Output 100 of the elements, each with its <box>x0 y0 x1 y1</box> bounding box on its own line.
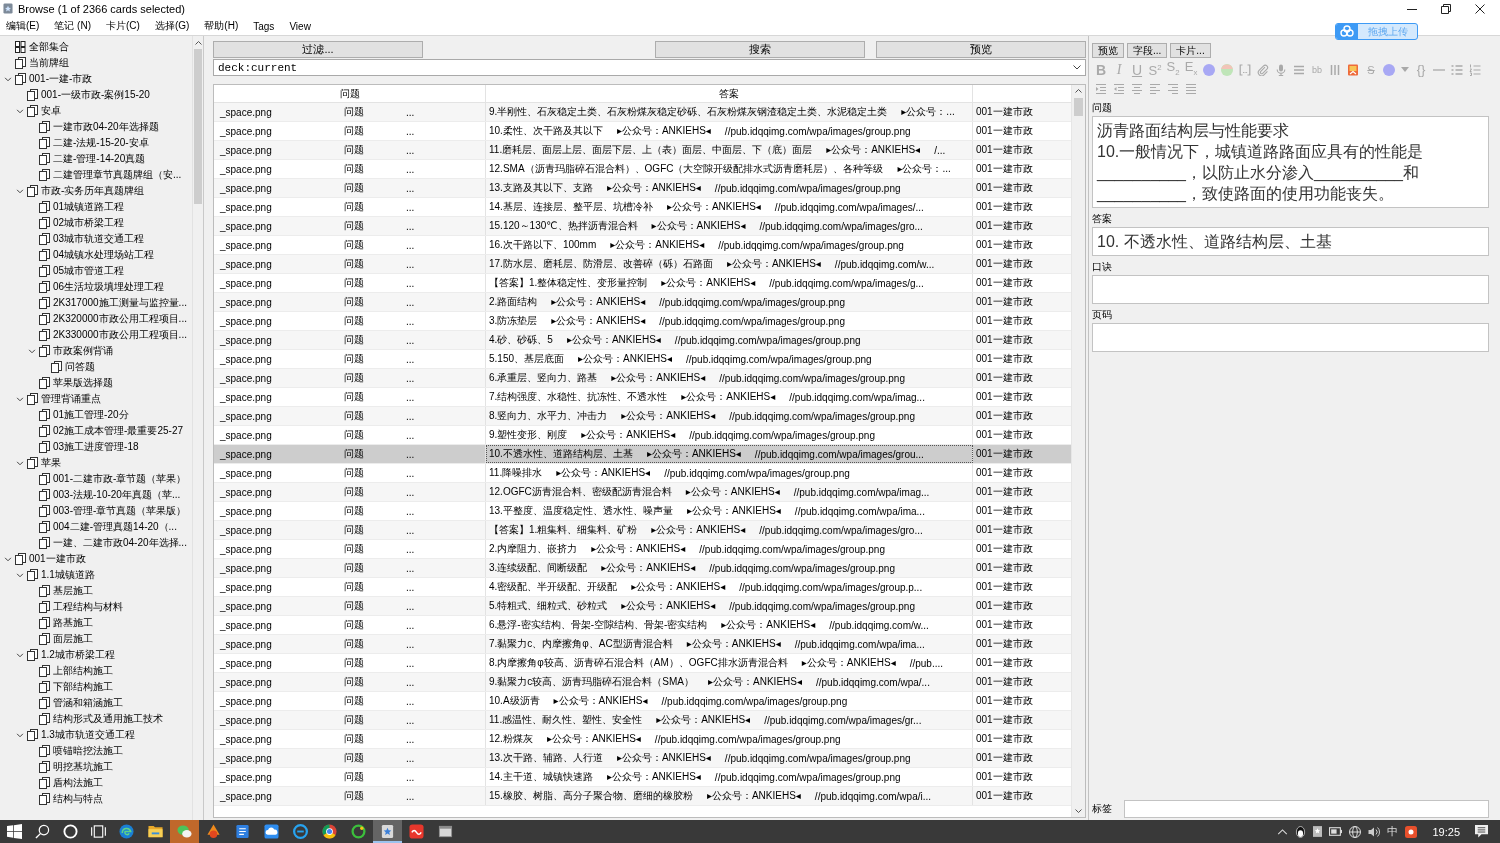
table-row[interactable]: _space.png 问题 ... 15.120～130℃、热拌沥青混合料 ▸公众号：ANKIEHS◂ //pub.idqqimg.com/wpa/images/gro... 001一建市政 <box>214 217 1071 236</box>
column-header[interactable]: 答案 <box>486 85 973 102</box>
deck-name[interactable]: 基层施工 <box>53 584 93 598</box>
deck-name[interactable]: 001-一级市政-案例15-20 <box>41 88 150 102</box>
menu-item[interactable]: 笔记 (N) <box>54 19 91 33</box>
deck-name[interactable]: 05城市管道工程 <box>53 264 125 278</box>
circle-icon[interactable] <box>62 824 78 839</box>
filter-button[interactable]: 过滤... <box>213 41 423 58</box>
deck-name[interactable]: 1.3城市轨道交通工程 <box>41 728 135 742</box>
deck-name[interactable]: 二建-法规-15-20-安卓 <box>53 136 149 150</box>
deck-name[interactable]: 管理背诵重点 <box>41 392 101 406</box>
deck-name[interactable]: 问答题 <box>65 360 95 374</box>
caret-icon[interactable] <box>4 76 12 82</box>
scrollbar-thumb[interactable] <box>194 49 202 204</box>
caret-icon[interactable] <box>1073 65 1081 70</box>
caret-icon[interactable] <box>16 652 24 658</box>
preview-button[interactable]: 预览 <box>876 41 1086 58</box>
deck-name[interactable]: 一建市政04-20年选择题 <box>53 120 159 134</box>
deck-name[interactable]: 明挖基坑施工 <box>53 760 113 774</box>
deck-name[interactable]: 上部结构施工 <box>53 664 113 678</box>
deck-name[interactable]: 苹果 <box>41 456 61 470</box>
menu-item[interactable]: 卡片(C) <box>106 19 140 33</box>
deck-name[interactable]: 路基施工 <box>53 616 93 630</box>
deck-name[interactable]: 市政-实务历年真题牌组 <box>41 184 145 198</box>
deck-name[interactable]: 01城镇道路工程 <box>53 200 125 214</box>
table-row[interactable]: _space.png 问题 ... 2.路面结构 ▸公众号：ANKIEHS◂ //pub.idqqimg.com/wpa/images/group.png 001一建市政 <box>214 293 1071 312</box>
deck-name[interactable]: 001-一建-市政 <box>29 72 93 86</box>
deck-name[interactable]: 004二建-管理真题14-20（... <box>53 520 177 534</box>
deck-name[interactable]: 安卓 <box>41 104 61 118</box>
deck-name[interactable]: 二建管理章节真题牌组（安... <box>53 168 182 182</box>
table-row[interactable]: _space.png 问题 ... 10.不透水性、道路结构层、土基 ▸公众号：ANKIEHS◂ //pub.idqqimg.com/wpa/images/grou... 001一建市政 <box>214 445 1071 464</box>
paperclip-icon[interactable] <box>1257 63 1269 76</box>
table-row[interactable]: _space.png 问题 ... 17.防水层、磨耗层、防滑层、改善碎（砾）石路面 ▸公众号：ANKIEHS◂ //pub.idqqimg.com/w... 001一建市政 <box>214 255 1071 274</box>
deck-name[interactable]: 03城市轨道交通工程 <box>53 232 145 246</box>
caret-icon[interactable] <box>28 348 36 354</box>
windows-logo-icon[interactable] <box>6 824 22 839</box>
menu-item[interactable]: View <box>289 20 311 32</box>
deck-name[interactable]: 面层施工 <box>53 632 93 646</box>
table-row[interactable]: _space.png 问题 ... 15.橡胶、树脂、高分子聚合物、磨细的橡胶粉 ▸公众号：ANKIEHS◂ //pub.idqqimg.com/wpa/i... 001一建市政 <box>214 787 1071 806</box>
penguin-icon[interactable] <box>1295 825 1307 838</box>
color-icon[interactable] <box>1383 63 1395 76</box>
search-button[interactable]: 搜索 <box>655 41 865 58</box>
tray-app-icon[interactable] <box>1405 825 1418 838</box>
text-field[interactable] <box>1092 323 1489 352</box>
caret-icon[interactable] <box>16 572 24 578</box>
tags-field[interactable] <box>1124 800 1489 818</box>
table-row[interactable]: _space.png 问题 ... 13.支路及其以下、支路 ▸公众号：ANKIEHS◂ //pub.idqqimg.com/wpa/images/group.png 001一建市政 <box>214 179 1071 198</box>
globe-icon[interactable] <box>1349 825 1362 838</box>
deck-name[interactable]: 结构与特点 <box>53 792 103 806</box>
caret-icon[interactable] <box>16 732 24 738</box>
search-field[interactable]: deck:current <box>213 59 1086 76</box>
table-row[interactable]: _space.png 问题 ... 8.竖向力、水平力、冲击力 ▸公众号：ANKIEHS◂ //pub.idqqimg.com/wpa/images/group.png 001一建市政 <box>214 407 1071 426</box>
deck-name[interactable]: 02城市桥梁工程 <box>53 216 125 230</box>
speaker-icon[interactable] <box>1368 825 1381 838</box>
task-view-icon[interactable] <box>90 824 106 839</box>
column-header[interactable]: 问题 <box>214 85 486 102</box>
preview-button[interactable]: 预览 <box>1092 43 1124 58</box>
deck-name[interactable]: 001-二建市政-章节题（苹果） <box>53 472 187 486</box>
table-row[interactable]: _space.png 问题 ... 13.次干路、辅路、人行道 ▸公众号：ANKIEHS◂ //pub.idqqimg.com/wpa/images/group.png 001一建市政 <box>214 749 1071 768</box>
deck-name[interactable]: 003-法规-10-20年真题（苹... <box>53 488 181 502</box>
clock-text[interactable]: 19:25 <box>1432 825 1460 838</box>
scroll-up-icon[interactable] <box>1075 89 1082 93</box>
text-field[interactable]: 10. 不透水性、道路结构层、土基 <box>1092 227 1489 256</box>
deck-name[interactable]: 2K317000施工测量与监控量... <box>53 296 187 310</box>
deck-name[interactable]: 03施工进度管理-18 <box>53 440 139 454</box>
scroll-down-icon[interactable] <box>1075 809 1082 813</box>
table-row[interactable]: _space.png 问题 ... 11.磨耗层、面层上层、面层下层、上（表）面层、中面层、下（底）面层 ▸公众号：ANKIEHS◂ /... 001一建市政 <box>214 141 1071 160</box>
text-field[interactable] <box>1092 275 1489 304</box>
deck-name[interactable]: 喷锚暗挖法施工 <box>53 744 123 758</box>
scrollbar[interactable] <box>192 36 203 820</box>
close-icon[interactable] <box>1475 3 1485 14</box>
text-field[interactable]: 沥青路面结构层与性能要求 10.一般情况下，城镇道路路面应具有的性能是 __________，以防止水分渗入__________和 __________，致使路面的使用功能丧失。 <box>1092 116 1489 208</box>
scrollbar-thumb[interactable] <box>1074 98 1083 116</box>
deck-name[interactable]: 全部集合 <box>29 40 69 54</box>
restore-icon[interactable] <box>1441 3 1451 14</box>
table-row[interactable]: _space.png 问题 ... 7.黏聚力c、内摩擦角φ、AC型沥青混合料 ▸公众号：ANKIEHS◂ //pub.idqqimg.com/wpa/ima... 001一建市政 <box>214 635 1071 654</box>
table-row[interactable]: _space.png 问题 ... 4.砂、砂砾、5 ▸公众号：ANKIEHS◂ //pub.idqqimg.com/wpa/images/group.png 001一建市政 <box>214 331 1071 350</box>
scroll-up-icon[interactable] <box>194 41 202 45</box>
deck-name[interactable]: 003-管理-章节真题（苹果版） <box>53 504 187 518</box>
deck-name[interactable]: 2K320000市政公用工程项目... <box>53 312 187 326</box>
deck-name[interactable]: 管涵和箱涵施工 <box>53 696 123 710</box>
deck-name[interactable]: 04城镇水处理场站工程 <box>53 248 155 262</box>
deck-name[interactable]: 2K330000市政公用工程项目... <box>53 328 187 342</box>
scrollbar[interactable] <box>1071 85 1085 817</box>
menu-item[interactable]: 编辑(E) <box>6 19 40 33</box>
image-icon[interactable] <box>1347 63 1359 76</box>
table-row[interactable]: _space.png 问题 ... 3.连续级配、间断级配 ▸公众号：ANKIEHS◂ //pub.idqqimg.com/wpa/images/group.png 001一建市政 <box>214 559 1071 578</box>
deck-name[interactable]: 市政案例背诵 <box>53 344 113 358</box>
table-row[interactable]: _space.png 问题 ... 12.OGFC沥青混合料、密级配沥青混合料 ▸公众号：ANKIEHS◂ //pub.idqqimg.com/wpa/imag... 001一建市政 <box>214 483 1071 502</box>
deck-name[interactable]: 结构形式及通用施工技术 <box>53 712 163 726</box>
text-color-icon[interactable] <box>1203 63 1215 76</box>
caret-icon[interactable] <box>16 188 24 194</box>
deck-name[interactable]: 01施工管理-20分 <box>53 408 129 422</box>
deck-name[interactable]: 1.2城市桥梁工程 <box>41 648 115 662</box>
deck-name[interactable]: 工程结构与材料 <box>53 600 123 614</box>
caret-icon[interactable] <box>16 108 24 114</box>
menu-item[interactable]: 帮助(H) <box>204 19 239 33</box>
table-row[interactable]: _space.png 问题 ... 11.感温性、耐久性、塑性、安全性 ▸公众号：ANKIEHS◂ //pub.idqqimg.com/wpa/images/gr... 001一建市政 <box>214 711 1071 730</box>
table-row[interactable]: _space.png 问题 ... 6.承重层、竖向力、路基 ▸公众号：ANKIEHS◂ //pub.idqqimg.com/wpa/images/group.png 001一建市政 <box>214 369 1071 388</box>
search-icon[interactable] <box>34 824 50 839</box>
